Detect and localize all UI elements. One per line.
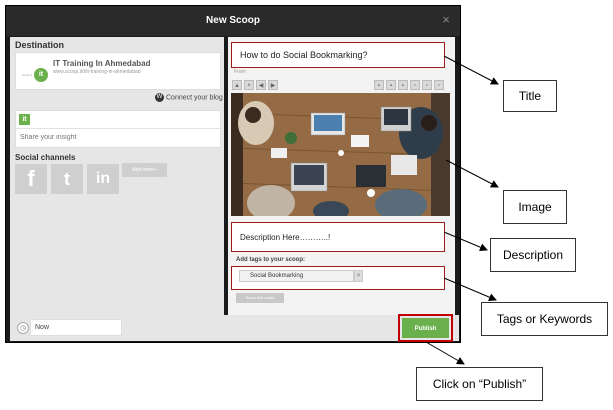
publish-arrow bbox=[425, 341, 465, 365]
callout-image: Image bbox=[503, 190, 567, 224]
title-arrow bbox=[443, 55, 499, 85]
callout-publish: Click on “Publish” bbox=[416, 367, 543, 401]
callout-title: Title bbox=[503, 80, 557, 112]
image-arrow bbox=[445, 159, 499, 188]
description-arrow bbox=[443, 231, 488, 251]
callout-description: Description bbox=[490, 238, 576, 272]
callout-tags: Tags or Keywords bbox=[481, 302, 608, 336]
tags-arrow bbox=[443, 277, 497, 301]
